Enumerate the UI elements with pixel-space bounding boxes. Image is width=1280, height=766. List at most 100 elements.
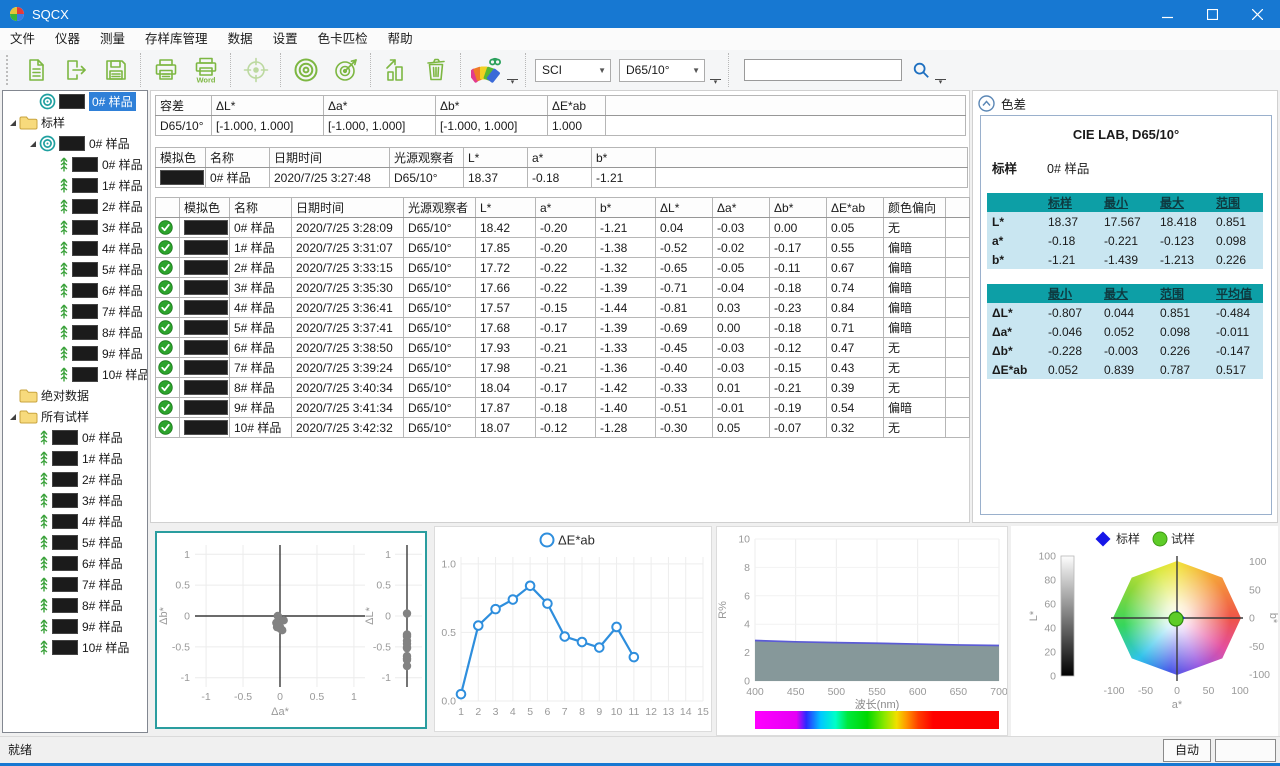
chart-spectral-card[interactable]: 0246810400450500550600650700R%波长(nm) xyxy=(716,526,1008,736)
auto-button[interactable]: 自动 xyxy=(1163,739,1211,762)
mode-select[interactable]: SCI▼ xyxy=(535,59,611,82)
color-swatch xyxy=(72,346,98,361)
table-row[interactable]: 6# 样品2020/7/25 3:38:50D65/10°17.93-0.21-… xyxy=(156,338,970,358)
tree-item-2[interactable]: 标样 xyxy=(3,112,147,133)
tree-item-13[interactable]: 9# 样品 xyxy=(3,343,147,364)
menu-item-3[interactable]: 测量 xyxy=(90,28,135,50)
table-row[interactable]: 3# 样品2020/7/25 3:35:30D65/10°17.66-0.22-… xyxy=(156,278,970,298)
tree-item-15[interactable]: 绝对数据 xyxy=(3,385,147,406)
color-swatch xyxy=(52,556,78,571)
calibrate-button[interactable] xyxy=(236,52,276,88)
delta-ab-l-scatter-chart: -1-1-0.5-0.5000.50.511Δa*Δb*-1-0.500.51Δ… xyxy=(157,533,425,727)
table-row[interactable]: 8# 样品2020/7/25 3:40:34D65/10°18.04-0.17-… xyxy=(156,378,970,398)
chart-button[interactable] xyxy=(376,52,416,88)
table-row[interactable]: 9# 样品2020/7/25 3:41:34D65/10°17.87-0.18-… xyxy=(156,398,970,418)
tree-item-7[interactable]: 3# 样品 xyxy=(3,217,147,238)
stats-row: ΔE*ab0.0520.8390.7870.517 xyxy=(987,360,1263,379)
tree-item-10[interactable]: 6# 样品 xyxy=(3,280,147,301)
stats-cell: ΔE*ab xyxy=(987,360,1043,379)
cielab-title: CIE LAB, D65/10° xyxy=(981,127,1271,142)
cell: 偏暗 xyxy=(884,298,946,318)
chart-deltaE-card[interactable]: 1234567891011121314150.00.51.0ΔE*ab xyxy=(434,526,712,732)
tree-item-label: 6# 样品 xyxy=(102,282,143,299)
search-button[interactable] xyxy=(908,57,934,83)
color-match-button[interactable] xyxy=(466,52,506,88)
tree-item-26[interactable]: 9# 样品 xyxy=(3,616,147,637)
tree-item-16[interactable]: 所有试样 xyxy=(3,406,147,427)
tree-item-9[interactable]: 5# 样品 xyxy=(3,259,147,280)
cell xyxy=(606,116,966,136)
tree-item-22[interactable]: 5# 样品 xyxy=(3,532,147,553)
delete-button[interactable] xyxy=(416,52,456,88)
chart-gamut-card[interactable]: 标样试样100806040200L*-100-50050100100500-50… xyxy=(1011,526,1278,736)
print-button[interactable] xyxy=(146,52,186,88)
svg-text:-100: -100 xyxy=(1249,669,1270,681)
tree-item-14[interactable]: 10# 样品 xyxy=(3,364,147,385)
tree-item-23[interactable]: 6# 样品 xyxy=(3,553,147,574)
toolbar-overflow-button[interactable]: ▾ xyxy=(935,79,946,86)
svg-text:-50: -50 xyxy=(1138,685,1153,697)
table-row[interactable]: 4# 样品2020/7/25 3:36:41D65/10°17.57-0.15-… xyxy=(156,298,970,318)
table-row[interactable]: 7# 样品2020/7/25 3:39:24D65/10°17.98-0.21-… xyxy=(156,358,970,378)
check-icon xyxy=(158,380,177,395)
tree-item-20[interactable]: 3# 样品 xyxy=(3,490,147,511)
tree-item-27[interactable]: 10# 样品 xyxy=(3,637,147,658)
table-row[interactable]: 0# 样品2020/7/25 3:28:09D65/10°18.42-0.20-… xyxy=(156,218,970,238)
table-row[interactable]: 2# 样品2020/7/25 3:33:15D65/10°17.72-0.22-… xyxy=(156,258,970,278)
illuminant-select[interactable]: D65/10°▼ xyxy=(619,59,705,82)
menu-item-7[interactable]: 色卡匹检 xyxy=(308,28,378,50)
new-document-button[interactable] xyxy=(16,52,56,88)
tree-item-18[interactable]: 1# 样品 xyxy=(3,448,147,469)
tree-item-19[interactable]: 2# 样品 xyxy=(3,469,147,490)
tree-item-21[interactable]: 4# 样品 xyxy=(3,511,147,532)
save-button[interactable] xyxy=(96,52,136,88)
chart-scatter-card[interactable]: -1-1-0.5-0.5000.50.511Δa*Δb*-1-0.500.51Δ… xyxy=(155,531,427,729)
print-word-button[interactable]: Word xyxy=(186,52,226,88)
tree-item-5[interactable]: 1# 样品 xyxy=(3,175,147,196)
close-button[interactable] xyxy=(1235,0,1280,28)
export-button[interactable] xyxy=(56,52,96,88)
cell: 0.74 xyxy=(827,278,884,298)
tree-item-6[interactable]: 2# 样品 xyxy=(3,196,147,217)
tree-item-1[interactable]: 0# 样品 xyxy=(3,91,147,112)
table-row[interactable]: 0# 样品2020/7/25 3:27:48D65/10°18.37-0.18-… xyxy=(156,168,968,188)
menu-item-6[interactable]: 设置 xyxy=(263,28,308,50)
tree-item-4[interactable]: 0# 样品 xyxy=(3,154,147,175)
table-row[interactable]: 5# 样品2020/7/25 3:37:41D65/10°17.68-0.17-… xyxy=(156,318,970,338)
tree-item-11[interactable]: 7# 样品 xyxy=(3,301,147,322)
tree-item-12[interactable]: 8# 样品 xyxy=(3,322,147,343)
svg-text:10: 10 xyxy=(611,706,623,718)
sample-measure-button[interactable] xyxy=(326,52,366,88)
toolbar-overflow-button[interactable]: ▾ xyxy=(710,79,721,86)
menu-item-4[interactable]: 存样库管理 xyxy=(135,28,218,50)
table-row[interactable]: D65/10°[-1.000, 1.000][-1.000, 1.000][-1… xyxy=(156,116,966,136)
check-icon xyxy=(158,360,177,375)
menu-item-8[interactable]: 帮助 xyxy=(378,28,423,50)
tree-item-8[interactable]: 4# 样品 xyxy=(3,238,147,259)
search-input[interactable] xyxy=(744,59,902,81)
tree-expander-icon[interactable] xyxy=(7,413,19,421)
menu-item-2[interactable]: 仪器 xyxy=(45,28,90,50)
collapse-icon[interactable] xyxy=(978,95,995,112)
toolbar-overflow-button[interactable]: ▾ xyxy=(507,79,518,86)
maximize-button[interactable] xyxy=(1190,0,1235,28)
menu-item-5[interactable]: 数据 xyxy=(218,28,263,50)
simulated-color-cell xyxy=(180,278,230,298)
table-row[interactable]: 1# 样品2020/7/25 3:31:07D65/10°17.85-0.20-… xyxy=(156,238,970,258)
tree-item-17[interactable]: 0# 样品 xyxy=(3,427,147,448)
tree-item-25[interactable]: 8# 样品 xyxy=(3,595,147,616)
tree-item-3[interactable]: 0# 样品 xyxy=(3,133,147,154)
standard-measure-button[interactable] xyxy=(286,52,326,88)
svg-text:-0.5: -0.5 xyxy=(373,641,391,653)
tree-item-24[interactable]: 7# 样品 xyxy=(3,574,147,595)
tree-expander-icon[interactable] xyxy=(7,119,19,127)
menu-item-1[interactable]: 文件 xyxy=(0,28,45,50)
cell: -1.42 xyxy=(596,378,656,398)
minimize-button[interactable] xyxy=(1145,0,1190,28)
tree-expander-icon[interactable] xyxy=(27,140,39,148)
cell: -0.33 xyxy=(656,378,713,398)
table-row[interactable]: 10# 样品2020/7/25 3:42:32D65/10°18.07-0.12… xyxy=(156,418,970,438)
svg-text:波长(nm): 波长(nm) xyxy=(855,698,900,711)
tree-item-label: 5# 样品 xyxy=(102,261,143,278)
stats-cell: ΔL* xyxy=(987,303,1043,322)
